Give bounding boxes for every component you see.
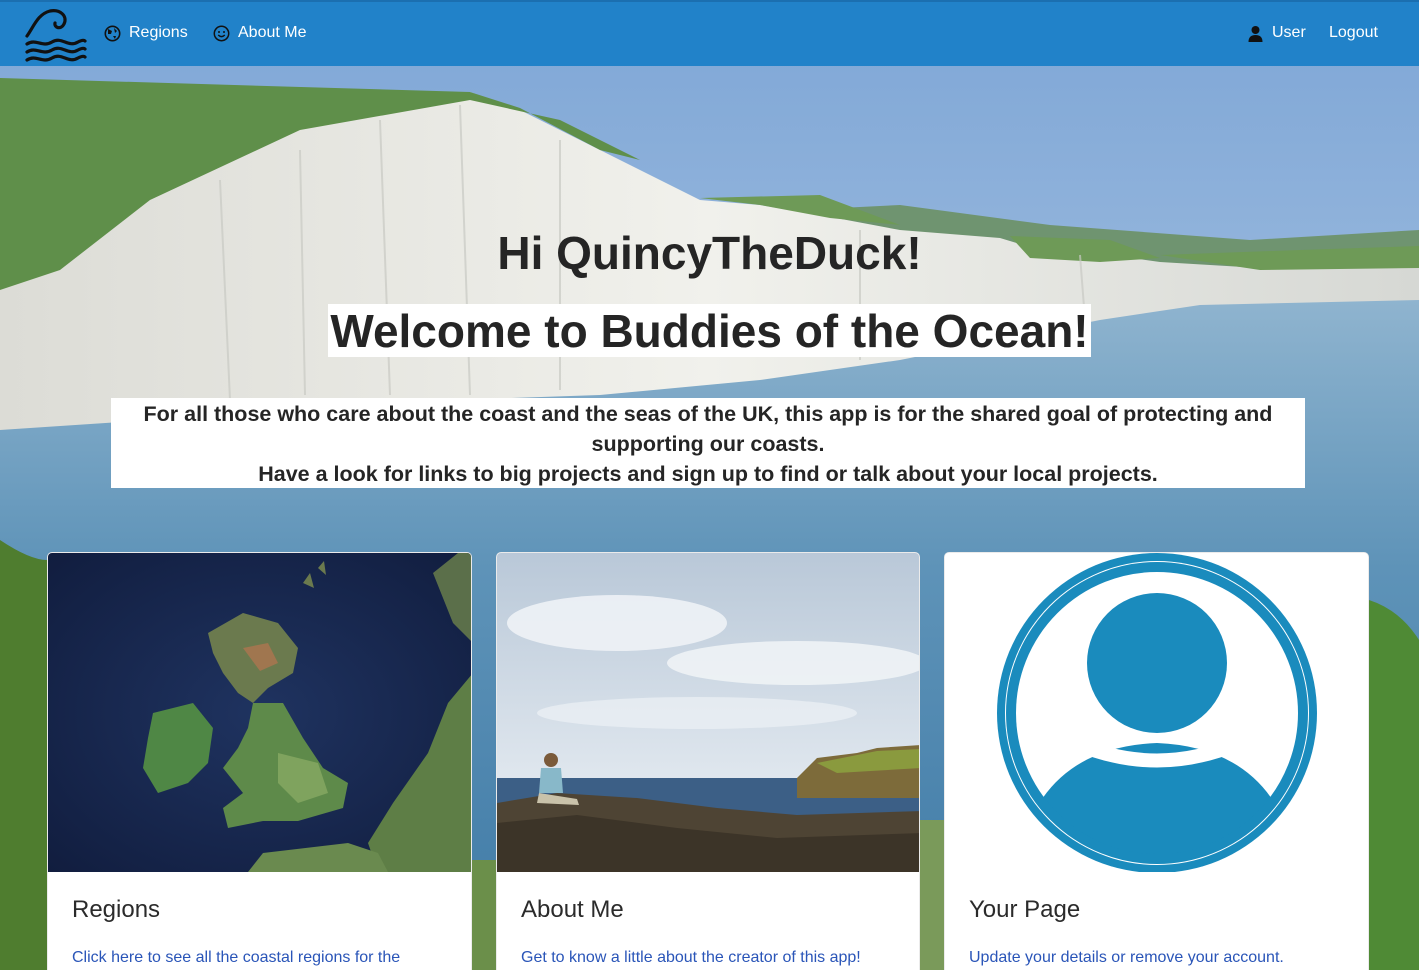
about-me-card-link[interactable]: Get to know a little about the creator o… — [521, 949, 901, 967]
your-page-card[interactable]: Your Page Update your details or remove … — [944, 552, 1369, 970]
wave-logo-icon[interactable] — [24, 6, 88, 64]
person-icon — [1247, 25, 1264, 42]
user-avatar-icon — [945, 553, 1368, 872]
regions-card[interactable]: Regions Click here to see all the coasta… — [47, 552, 472, 970]
nav-regions-label: Regions — [129, 24, 188, 41]
about-me-card[interactable]: About Me Get to know a little about the … — [496, 552, 920, 970]
intro-description-line-2: Have a look for links to big projects an… — [258, 462, 1158, 486]
nav-user-link[interactable]: User — [1247, 24, 1306, 42]
regions-card-link[interactable]: Click here to see all the coastal region… — [72, 949, 453, 967]
uk-satellite-map-image — [48, 553, 471, 872]
intro-description-line-1: For all those who care about the coast a… — [143, 402, 1273, 456]
nav-regions-link[interactable]: Regions — [104, 24, 188, 42]
about-me-card-title: About Me — [521, 896, 624, 923]
nav-logout-link[interactable]: Logout — [1329, 24, 1378, 42]
greeting-heading: Hi QuincyTheDuck! — [497, 227, 922, 279]
regions-card-title: Regions — [72, 896, 161, 923]
smiley-icon — [213, 25, 230, 42]
nav-user-label: User — [1272, 24, 1306, 41]
top-navbar: Regions About Me User Logout — [0, 0, 1419, 66]
your-page-card-link[interactable]: Update your details or remove your accou… — [969, 949, 1350, 967]
your-page-card-title: Your Page — [969, 896, 1081, 923]
coast-person-photo — [497, 553, 919, 872]
welcome-title-wrapper: Welcome to Buddies of the Ocean! — [0, 304, 1419, 357]
globe-icon — [104, 25, 121, 42]
nav-about-label: About Me — [238, 24, 307, 41]
intro-description: For all those who care about the coast a… — [111, 398, 1305, 488]
welcome-title: Welcome to Buddies of the Ocean! — [328, 304, 1091, 357]
nav-about-link[interactable]: About Me — [213, 24, 306, 42]
